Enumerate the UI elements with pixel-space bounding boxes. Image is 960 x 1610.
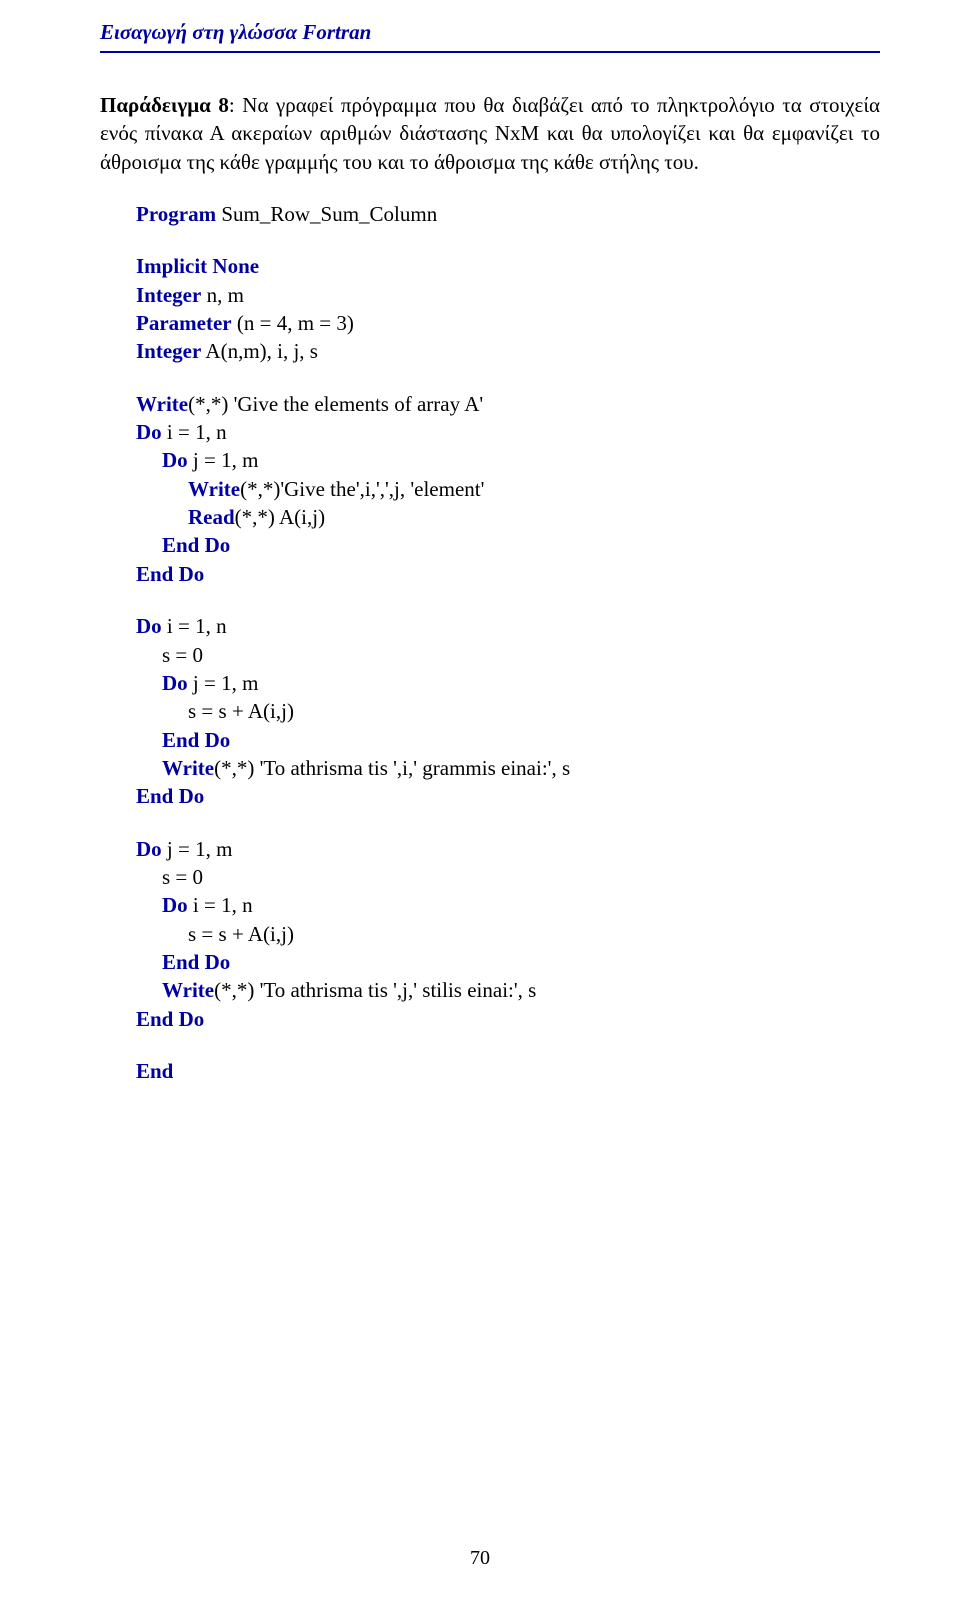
write-give: (*,*)'Give the',i,',',j, 'element' [240, 477, 484, 501]
kw-integer-1: Integer [136, 283, 201, 307]
kw-write-2: Write [188, 477, 240, 501]
kw-do-6: Do [162, 893, 188, 917]
s-zero-1: s = 0 [162, 643, 203, 667]
s-accum-1: s = s + A(i,j) [188, 699, 294, 723]
kw-integer-2: Integer [136, 339, 201, 363]
input-block: Write(*,*) 'Give the elements of array A… [136, 390, 880, 588]
kw-parameter: Parameter [136, 311, 232, 335]
do-j-1: j = 1, m [188, 448, 259, 472]
do-i-1: i = 1, n [162, 420, 227, 444]
kw-write-1: Write [136, 392, 188, 416]
kw-end: End [136, 1059, 173, 1083]
do-i-3: i = 1, n [188, 893, 253, 917]
page-header: Εισαγωγή στη γλώσσα Fortran [100, 20, 880, 53]
kw-read: Read [188, 505, 235, 529]
kw-enddo-2: End Do [136, 562, 204, 586]
decl-nm: n, m [201, 283, 244, 307]
declarations-block: Implicit None Integer n, m Parameter (n … [136, 252, 880, 365]
example-label: Παράδειγμα 8 [100, 93, 229, 117]
read-aij: (*,*) A(i,j) [235, 505, 325, 529]
program-name: Sum_Row_Sum_Column [216, 202, 437, 226]
row-sum-block: Do i = 1, n s = 0 Do j = 1, m s = s + A(… [136, 612, 880, 810]
decl-array: A(n,m), i, j, s [201, 339, 318, 363]
kw-do-4: Do [162, 671, 188, 695]
kw-do-1: Do [136, 420, 162, 444]
do-i-2: i = 1, n [162, 614, 227, 638]
do-j-3: j = 1, m [162, 837, 233, 861]
kw-enddo-4: End Do [136, 784, 204, 808]
program-declaration: Program Sum_Row_Sum_Column [136, 200, 880, 228]
do-j-2: j = 1, m [188, 671, 259, 695]
kw-enddo-1: End Do [162, 533, 230, 557]
kw-do-5: Do [136, 837, 162, 861]
kw-write-3: Write [162, 756, 214, 780]
write-rowsum: (*,*) 'To athrisma tis ',i,' grammis ein… [214, 756, 570, 780]
col-sum-block: Do j = 1, m s = 0 Do i = 1, n s = s + A(… [136, 835, 880, 1033]
decl-param: (n = 4, m = 3) [232, 311, 354, 335]
kw-do-2: Do [162, 448, 188, 472]
s-zero-2: s = 0 [162, 865, 203, 889]
kw-program: Program [136, 202, 216, 226]
write-prompt: (*,*) 'Give the elements of array A' [188, 392, 483, 416]
kw-enddo-6: End Do [136, 1007, 204, 1031]
page-number: 70 [0, 1547, 960, 1570]
write-colsum: (*,*) 'To athrisma tis ',j,' stilis eina… [214, 978, 536, 1002]
s-accum-2: s = s + A(i,j) [188, 922, 294, 946]
kw-write-4: Write [162, 978, 214, 1002]
kw-enddo-5: End Do [162, 950, 230, 974]
end-block: End [136, 1057, 880, 1085]
intro-paragraph: Παράδειγμα 8: Να γραφεί πρόγραμμα που θα… [100, 91, 880, 176]
kw-enddo-3: End Do [162, 728, 230, 752]
kw-implicit-none: Implicit None [136, 254, 259, 278]
kw-do-3: Do [136, 614, 162, 638]
